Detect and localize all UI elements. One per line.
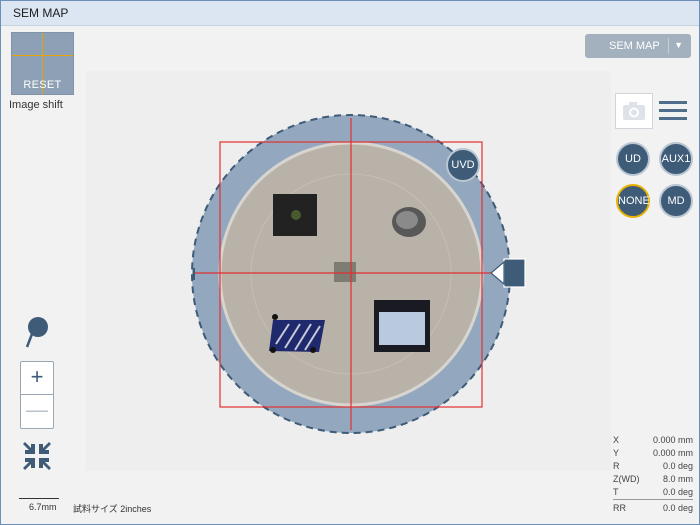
readout-value: 8.0 mm — [662, 474, 693, 484]
readout-label: Z(WD) — [613, 474, 640, 484]
readout-label: X — [613, 435, 620, 445]
md-detector-button[interactable]: MD — [659, 184, 693, 218]
readout-label: T — [613, 487, 619, 497]
sample-round-grain-highlight — [396, 211, 418, 229]
zoom-out-button[interactable]: — — [21, 395, 53, 427]
readout-x: X 0.000 mm — [613, 435, 693, 448]
reset-button[interactable]: RESET — [12, 79, 73, 91]
map-content: UVD RESET Image shift SEM MAP ▼ UD AUX1 … — [1, 26, 699, 524]
readout-r: R 0.0 deg — [613, 461, 693, 474]
aux1-detector-button[interactable]: AUX1 — [659, 142, 693, 176]
collapse-arrows-icon — [23, 442, 51, 470]
readout-rr: RR 0.0 deg — [613, 503, 693, 516]
camera-icon — [623, 102, 645, 120]
image-shift-pad[interactable]: RESET — [11, 32, 74, 95]
readout-value: 0.000 mm — [652, 435, 693, 445]
readout-separator — [613, 499, 693, 500]
readout-value: 0.0 deg — [662, 487, 693, 497]
readout-value: 0.0 deg — [662, 461, 693, 471]
readout-value: 0.0 deg — [662, 503, 693, 513]
title-bar: SEM MAP — [1, 1, 699, 26]
center-marker — [334, 262, 356, 282]
sample-dark-speck — [291, 210, 301, 220]
image-shift-caption: Image shift — [9, 99, 63, 111]
sample-corner-dot — [270, 347, 276, 353]
zoom-controls: + — — [20, 361, 54, 429]
sample-corner-dot — [272, 314, 278, 320]
minus-icon: — — [26, 397, 48, 422]
ud-detector-button[interactable]: UD — [616, 142, 650, 176]
mode-dropdown-label: SEM MAP — [609, 40, 660, 52]
map-pin-icon — [25, 317, 48, 348]
window-title: SEM MAP — [13, 6, 69, 20]
map-pin-button[interactable] — [23, 316, 51, 350]
hamburger-menu-icon[interactable] — [657, 98, 689, 122]
stage-map[interactable] — [1, 26, 699, 524]
sample-corner-dot — [310, 347, 316, 353]
readout-label: RR — [613, 503, 626, 513]
chevron-down-icon: ▼ — [674, 40, 683, 50]
none-detector-button[interactable]: NONE — [616, 184, 650, 218]
scale-value: 6.7mm — [29, 502, 57, 512]
readout-value: 0.000 mm — [652, 448, 693, 458]
readout-y: Y 0.000 mm — [613, 448, 693, 461]
dropdown-separator — [668, 38, 669, 54]
readout-z: Z(WD) 8.0 mm — [613, 474, 693, 487]
readout-label: R — [613, 461, 620, 471]
readout-label: Y — [613, 448, 620, 458]
plus-icon: + — [30, 364, 44, 389]
fit-to-view-button[interactable] — [21, 440, 53, 472]
sample-glass-slide — [374, 300, 430, 352]
uvd-detector-button[interactable]: UVD — [446, 148, 480, 182]
camera-button[interactable] — [615, 93, 653, 129]
sem-map-window: SEM MAP UVD RESET Image shift SEM MAP ▼ … — [0, 0, 700, 525]
scale-bar — [19, 498, 59, 499]
zoom-in-button[interactable]: + — [21, 362, 53, 395]
sample-size-label: 試料サイズ 2inches — [73, 504, 152, 514]
mode-dropdown[interactable]: SEM MAP ▼ — [585, 34, 691, 58]
sample-blue-hatched — [269, 320, 325, 352]
